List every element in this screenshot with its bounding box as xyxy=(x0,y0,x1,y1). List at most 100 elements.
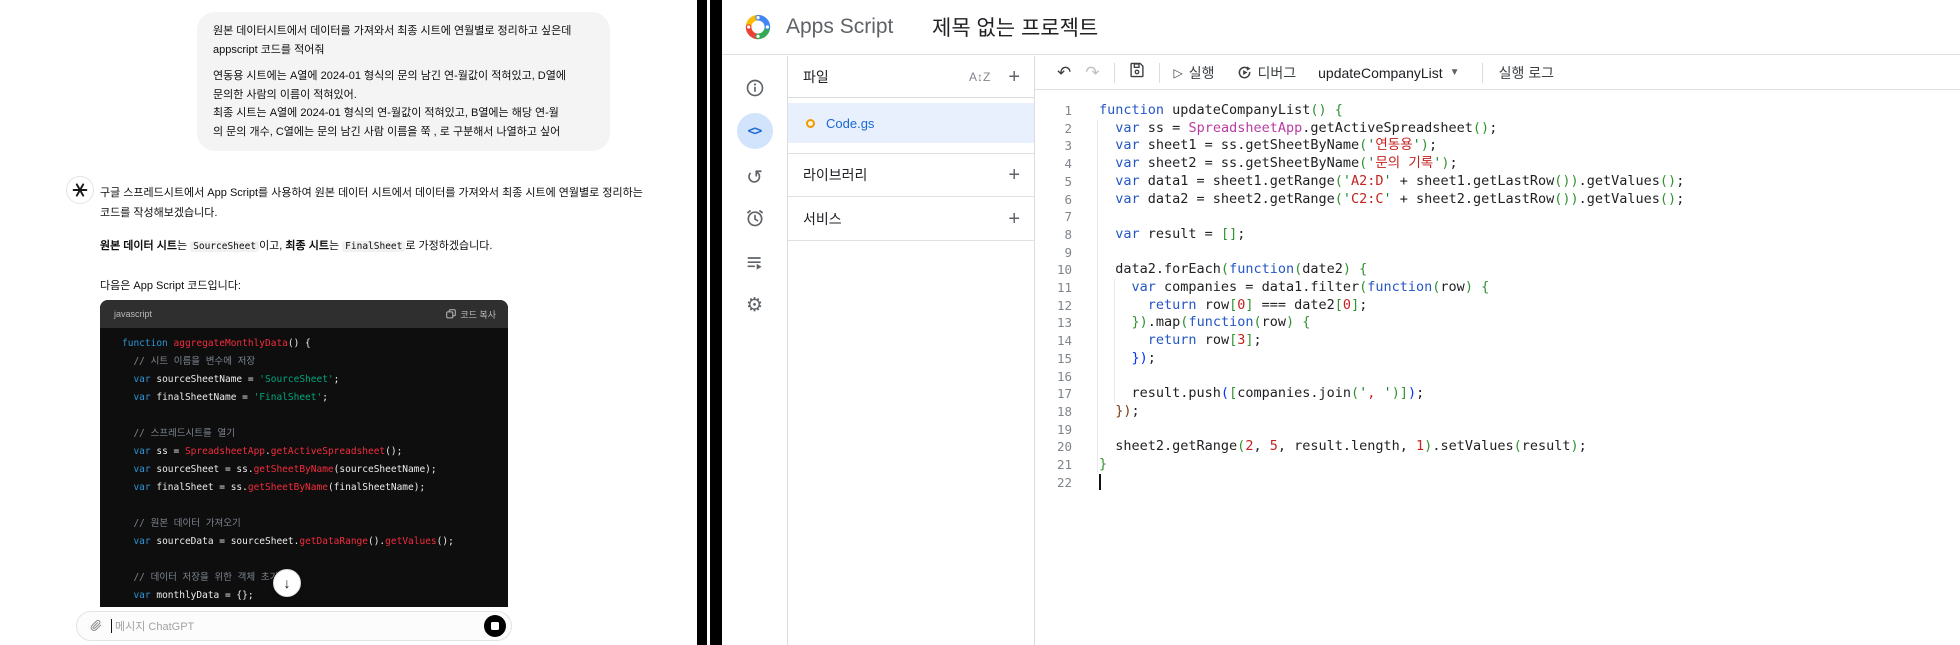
code-block-header: javascript 코드 복사 xyxy=(100,300,508,328)
function-select-dropdown[interactable]: updateCompanyList ▼ xyxy=(1318,65,1459,81)
files-header-label: 파일 xyxy=(803,68,829,85)
history-icon: ↺ xyxy=(746,165,763,189)
code-line: return row[3]; xyxy=(1147,332,1262,349)
code-line: function updateCompanyList() { xyxy=(1099,102,1343,118)
code-line: var sheet1 = ss.getSheetByName('연동용'); xyxy=(1115,137,1438,154)
execution-log-button[interactable]: 실행 로그 xyxy=(1499,63,1554,83)
attach-icon[interactable] xyxy=(89,619,103,633)
line-number: 20 xyxy=(1056,439,1072,455)
debug-icon xyxy=(1238,66,1251,79)
executions-list-icon xyxy=(747,257,762,270)
overview-nav-button[interactable] xyxy=(737,70,773,106)
selected-function-name: updateCompanyList xyxy=(1318,64,1443,81)
undo-button[interactable]: ↶ xyxy=(1057,63,1071,83)
add-service-button[interactable]: + xyxy=(1008,209,1020,229)
text: 는 xyxy=(328,240,343,252)
alarm-clock-icon xyxy=(746,210,763,227)
copy-code-button[interactable]: 코드 복사 xyxy=(446,308,496,321)
line-number: 3 xyxy=(1064,138,1072,154)
line-number: 13 xyxy=(1056,315,1072,331)
code-line: var ss = SpreadsheetApp.getActiveSpreads… xyxy=(1115,119,1498,136)
code-line: }); xyxy=(1131,349,1156,366)
code-line: var sourceSheetName = 'SourceSheet'; xyxy=(133,374,340,385)
add-file-button[interactable]: + xyxy=(1008,67,1020,87)
toolbar-separator xyxy=(1158,62,1160,83)
chat-composer[interactable]: 메시지 ChatGPT xyxy=(76,611,512,641)
indent-guide xyxy=(1097,120,1098,474)
arrow-down-icon: ↓ xyxy=(283,575,291,591)
libraries-section: 라이브러리 + xyxy=(788,153,1034,197)
code-line: var finalSheetName = 'FinalSheet'; xyxy=(133,392,328,403)
apps-script-pane: Apps Script 제목 없는 프로젝트 <> ↺ ⚙ 파일 A↕Z + C… xyxy=(722,0,1960,645)
chatgpt-pane: 원본 데이터시트에서 데이터를 가져와서 최종 시트에 연월별로 정리하고 싶은… xyxy=(0,0,697,645)
line-number: 9 xyxy=(1064,244,1072,260)
apps-script-logo-icon xyxy=(745,14,771,40)
text-cursor xyxy=(111,619,112,633)
openai-logo-icon xyxy=(72,183,88,197)
user-message-paragraph: 원본 데이터시트에서 데이터를 가져와서 최종 시트에 연월별로 정리하고 싶은… xyxy=(213,25,572,56)
line-number: 22 xyxy=(1056,474,1072,490)
code-line: // 데이터 저장을 위한 객체 초기화 xyxy=(122,572,288,583)
chat-code-area[interactable]: function aggregateMonthlyData() { // 시트 … xyxy=(100,328,508,605)
code-line: var ss = SpreadsheetApp.getActiveSpreads… xyxy=(133,446,403,457)
info-icon xyxy=(746,79,763,97)
code-icon: <> xyxy=(747,123,763,139)
bold-text: 원본 데이터 시트 xyxy=(100,240,177,252)
inline-code: SourceSheet xyxy=(190,241,260,252)
code-line: var finalSheet = ss.getSheetByName(final… xyxy=(133,482,426,493)
code-line: }); xyxy=(1115,402,1140,419)
copy-icon xyxy=(446,309,457,319)
code-line: } xyxy=(1099,456,1108,473)
line-number: 7 xyxy=(1064,209,1072,225)
divider-gap xyxy=(707,0,710,645)
line-number: 2 xyxy=(1064,120,1072,136)
chevron-down-icon: ▼ xyxy=(1449,67,1460,78)
code-line: result.push([companies.join(', ')]); xyxy=(1099,385,1425,402)
assistant-message: 구글 스프레드시트에서 App Script를 사용하여 원본 데이터 시트에서… xyxy=(100,183,646,296)
editor-column: ↶ ↷ ▷ 실행 디버그 updateCompanyList ▼ 실행 로그 1… xyxy=(1035,56,1960,645)
editor-cursor xyxy=(1099,474,1101,490)
code-line: function aggregateMonthlyData() { xyxy=(122,338,311,349)
scroll-to-bottom-button[interactable]: ↓ xyxy=(273,569,301,597)
code-line: data2.forEach(function(date2) { xyxy=(1099,261,1368,278)
code-language-label: javascript xyxy=(114,309,153,319)
screen: 원본 데이터시트에서 데이터를 가져와서 최종 시트에 연월별로 정리하고 싶은… xyxy=(0,0,1960,645)
settings-nav-button[interactable]: ⚙ xyxy=(737,287,773,323)
sort-az-icon[interactable]: A↕Z xyxy=(969,70,990,84)
executions-nav-button[interactable] xyxy=(737,245,773,281)
line-number: 15 xyxy=(1056,350,1072,366)
code-line: var data2 = sheet2.getRange('C2:C' + she… xyxy=(1115,190,1685,207)
assistant-paragraph: 원본 데이터 시트는 SourceSheet 이고, 최종 시트는 FinalSh… xyxy=(100,236,646,257)
stop-generating-button[interactable] xyxy=(484,615,506,637)
project-title[interactable]: 제목 없는 프로젝트 xyxy=(932,12,1098,42)
assistant-avatar xyxy=(66,176,94,204)
save-button[interactable] xyxy=(1129,62,1145,83)
chat-code-block: javascript 코드 복사 function aggregateMonth… xyxy=(100,300,508,607)
code-editor[interactable]: 1 2 3 4 5 6 7 8 9 10 11 12 13 14 15 16 17 18 19 20 21 22 func… xyxy=(1035,90,1960,645)
add-library-button[interactable]: + xyxy=(1008,165,1020,185)
project-history-nav-button[interactable]: ↺ xyxy=(737,159,773,195)
text: 로 가정하겠습니다. xyxy=(405,240,493,252)
assistant-paragraph: 구글 스프레드시트에서 App Script를 사용하여 원본 데이터 시트에서… xyxy=(100,187,643,219)
code-line: }).map(function(row) { xyxy=(1131,314,1311,331)
run-button[interactable]: ▷ 실행 xyxy=(1174,63,1215,83)
assistant-paragraph: 다음은 App Script 코드입니다: xyxy=(100,280,241,292)
editor-toolbar: ↶ ↷ ▷ 실행 디버그 updateCompanyList ▼ 실행 로그 xyxy=(1035,56,1960,90)
message-input[interactable]: 메시지 ChatGPT xyxy=(115,618,484,634)
window-divider xyxy=(697,0,722,645)
text: 는 xyxy=(176,240,191,252)
editor-nav-button[interactable]: <> xyxy=(736,113,773,149)
stop-icon xyxy=(491,622,499,630)
line-number: 5 xyxy=(1064,173,1072,189)
triggers-nav-button[interactable] xyxy=(737,200,773,236)
file-row-codegs[interactable]: Code.gs xyxy=(788,103,1034,143)
redo-button[interactable]: ↷ xyxy=(1085,63,1099,83)
code-line: sheet2.getRange(2, 5, result.length, 1).… xyxy=(1099,438,1587,455)
debug-button[interactable]: 디버그 xyxy=(1237,63,1296,83)
gas-code-area[interactable]: function updateCompanyList() { var ss = … xyxy=(1099,90,1684,491)
line-number: 6 xyxy=(1064,191,1072,207)
